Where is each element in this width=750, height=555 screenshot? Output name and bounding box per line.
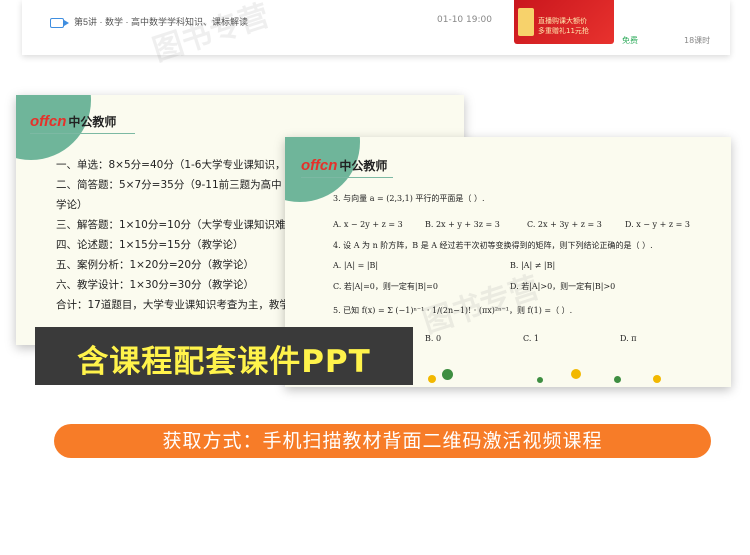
option: C. 1 <box>523 334 540 343</box>
exam-line: 五、案例分析：1×20分=20分（教学论） <box>56 259 254 271</box>
question-4: 4. 设 A 为 n 阶方阵，B 是 A 经过若干次初等变换得到的矩阵，则下列结… <box>333 241 653 250</box>
courseware-banner-text: 含课程配套课件PPT <box>77 344 371 380</box>
video-icon <box>50 18 69 28</box>
lesson-hours: 18课时 <box>684 36 711 45</box>
tree-decoration <box>571 369 581 379</box>
exam-line: 六、教学设计：1×30分=30分（教学论） <box>56 279 254 291</box>
exam-line: 二、简答题：5×7分=35分（9-11前三题为高中 <box>56 179 282 191</box>
exam-line: 三、解答题：1×10分=10分（大学专业课知识难度 <box>56 219 296 231</box>
option: D. x − y + z = 3 <box>625 220 690 229</box>
promo-text: 直播购课大额价 多重赠礼11元抢 <box>538 17 589 35</box>
option: A. x − 2y + z = 3 <box>333 220 403 229</box>
option: C. 2x + 3y + z = 3 <box>527 220 602 229</box>
tree-decoration <box>653 375 661 383</box>
tree-decoration <box>428 375 436 383</box>
logo-underline <box>30 133 135 134</box>
logo-underline <box>301 177 393 178</box>
free-badge: 免费 <box>622 36 638 45</box>
tree-decoration <box>614 376 621 383</box>
option: D. π <box>620 334 637 343</box>
access-method-text: 获取方式：手机扫描教材背面二维码激活视频课程 <box>162 430 603 452</box>
exam-line: 合计：17道题目，大学专业课知识考查为主，教学 <box>56 299 290 311</box>
exam-line: 学论） <box>56 199 88 211</box>
question-3: 3. 与向量 a = (2,3,1) 平行的平面是（ ）. <box>333 194 485 203</box>
lesson-list-item[interactable]: 第5讲 · 数学 · 高中数学学科知识、课标解读 01-10 19:00 直播购… <box>22 0 730 55</box>
option: C. 若|A|=0，则一定有|B|=0 <box>333 282 438 291</box>
book-icon <box>518 8 534 36</box>
option: B. 2x + y + 3z = 3 <box>425 220 500 229</box>
tree-decoration <box>537 377 543 383</box>
tree-decoration <box>442 369 453 380</box>
access-method-pill: 获取方式：手机扫描教材背面二维码激活视频课程 <box>54 424 711 458</box>
option: A. |A| = |B| <box>333 261 379 270</box>
promo-banner[interactable]: 直播购课大额价 多重赠礼11元抢 <box>514 0 614 44</box>
offcn-logo: offcn 中公教师 <box>30 113 117 130</box>
offcn-logo: offcn 中公教师 <box>301 157 388 174</box>
exam-line: 四、论述题：1×15分=15分（教学论） <box>56 239 244 251</box>
exam-line: 一、单选：8×5分=40分（1-6大学专业课知识， <box>56 159 286 171</box>
lesson-date: 01-10 19:00 <box>437 15 492 25</box>
exam-structure-list: 一、单选：8×5分=40分（1-6大学专业课知识， 二、简答题：5×7分=35分… <box>56 155 296 315</box>
courseware-banner: 含课程配套课件PPT <box>35 327 413 385</box>
